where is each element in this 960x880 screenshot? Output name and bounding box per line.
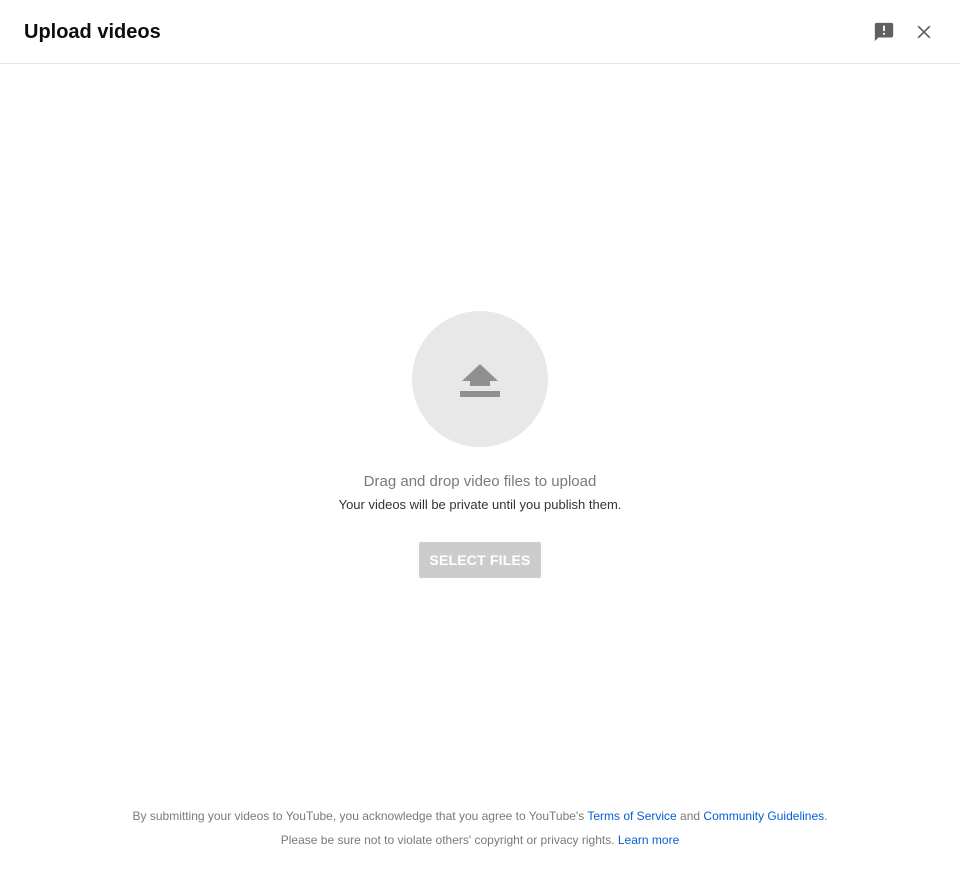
drag-drop-instruction: Drag and drop video files to upload	[363, 473, 597, 490]
community-guidelines-link[interactable]: Community Guidelines	[703, 809, 824, 823]
feedback-button[interactable]	[868, 16, 900, 48]
footer-copyright-text: Please be sure not to violate others' co…	[280, 833, 618, 847]
footer-terms-prefix: By submitting your videos to YouTube, yo…	[132, 809, 588, 823]
privacy-note: Your videos will be private until you pu…	[338, 497, 622, 512]
terms-of-service-link[interactable]: Terms of Service	[587, 809, 676, 823]
dialog-title: Upload videos	[24, 21, 161, 43]
upload-arrow-icon	[460, 364, 500, 397]
select-files-button[interactable]: SELECT FILES	[419, 542, 541, 578]
dialog-header: Upload videos	[0, 0, 960, 64]
feedback-icon	[874, 22, 894, 42]
footer-copyright-line: Please be sure not to violate others' co…	[0, 832, 960, 848]
upload-videos-dialog: Upload videos Drag and drop video files …	[0, 0, 960, 880]
close-icon	[917, 25, 931, 39]
footer-and-text: and	[676, 809, 704, 823]
close-button[interactable]	[908, 16, 940, 48]
learn-more-link[interactable]: Learn more	[618, 833, 679, 847]
footer-terms-line: By submitting your videos to YouTube, yo…	[0, 808, 960, 824]
file-drop-zone[interactable]: Drag and drop video files to upload Your…	[0, 64, 960, 784]
upload-icon-circle[interactable]	[412, 311, 548, 447]
footer-period: .	[824, 809, 828, 823]
